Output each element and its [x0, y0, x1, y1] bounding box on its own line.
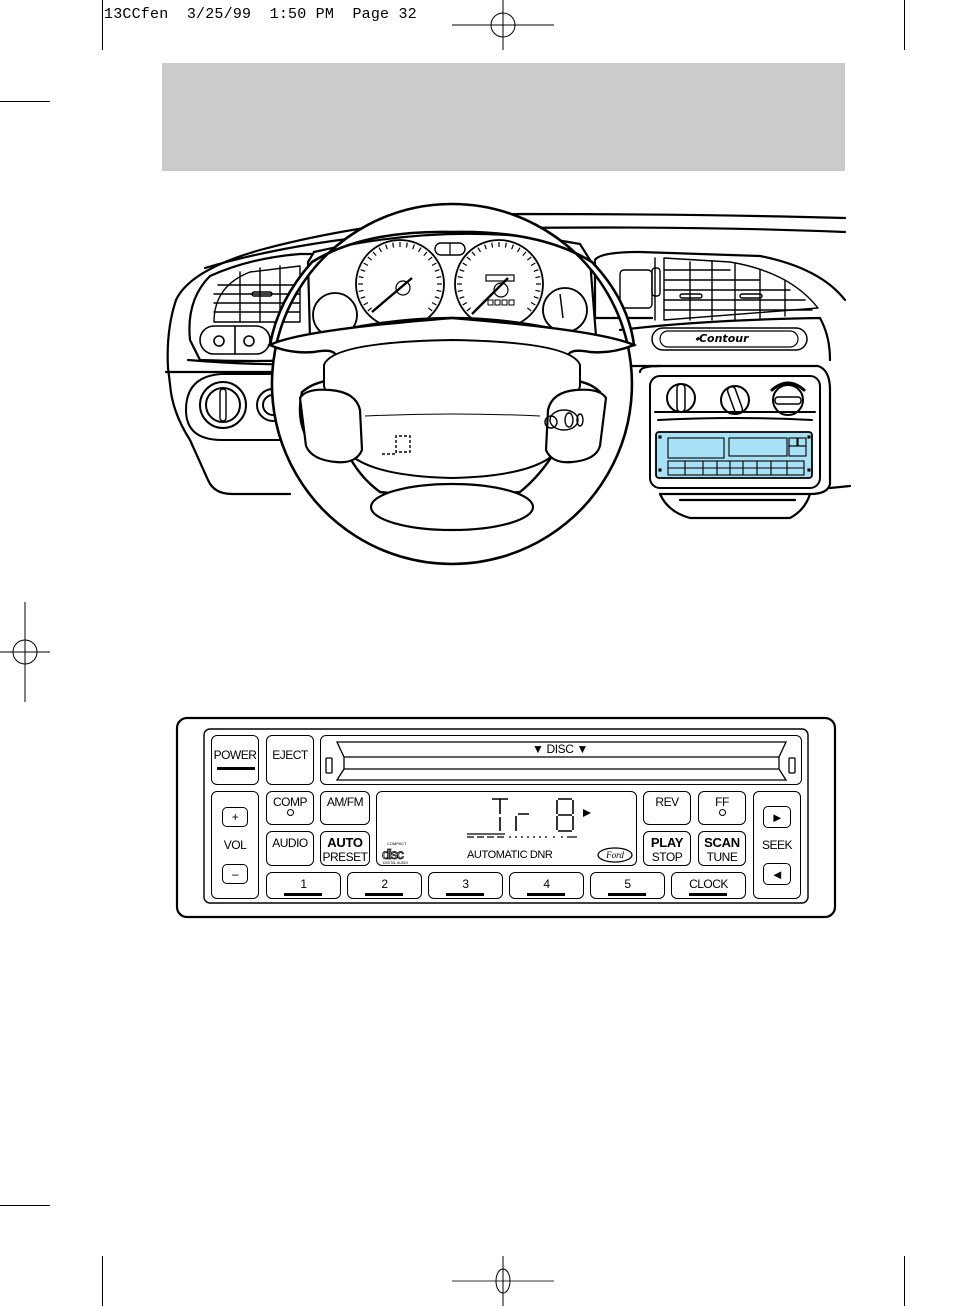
volume-up-label: + — [231, 810, 239, 824]
disc-slot-label: ▼ DISC ▼ — [532, 742, 588, 756]
scan-tune-button[interactable]: SCAN TUNE — [698, 831, 746, 866]
ff-button[interactable]: FF — [698, 791, 746, 825]
seek-down-button[interactable]: ◄ — [763, 863, 791, 885]
clock-label: CLOCK — [689, 877, 728, 891]
seek-up-button[interactable]: ► — [763, 806, 791, 828]
am-fm-button[interactable]: AM/FM — [320, 791, 370, 825]
clock-indicator-bar — [689, 893, 727, 896]
preset-indicator-bar — [608, 893, 646, 896]
preset-indicator-bar — [284, 893, 322, 896]
volume-label: VOL — [223, 838, 247, 852]
cd-logo-bottom: DIGITAL AUDIO — [383, 861, 408, 865]
preset-indicator-bar — [365, 893, 403, 896]
volume-panel: + VOL – — [211, 791, 259, 899]
preset-label: 4 — [543, 877, 550, 891]
preset-indicator-bar — [446, 893, 484, 896]
comp-button[interactable]: COMP — [266, 791, 314, 825]
preset-label: 2 — [381, 877, 388, 891]
display-status-text: AUTOMATIC DNR — [467, 849, 553, 861]
seek-panel: ► SEEK ◄ — [753, 791, 801, 899]
radio-display: COMPACT disc DIGITAL AUDIO Ford AUTOMATI… — [376, 791, 637, 866]
comp-indicator-led — [286, 809, 294, 816]
preset-button-4[interactable]: 4 — [509, 872, 584, 899]
preset-label: 1 — [300, 877, 307, 891]
tune-label: TUNE — [706, 850, 738, 864]
segment-char-t — [492, 798, 508, 831]
auto-preset-button[interactable]: AUTO PRESET — [320, 831, 370, 866]
cd-logo-word: disc — [382, 846, 404, 862]
audio-label: AUDIO — [272, 836, 308, 850]
play-stop-button[interactable]: PLAY STOP — [643, 831, 691, 866]
preset-button-1[interactable]: 1 — [266, 872, 341, 899]
volume-down-label: – — [231, 867, 239, 881]
cd-slot — [325, 741, 796, 781]
preset-button-5[interactable]: 5 — [590, 872, 665, 899]
preset-label: 3 — [462, 877, 469, 891]
preset-indicator-bar — [527, 893, 565, 896]
seek-label: SEEK — [761, 838, 793, 852]
volume-down-button[interactable]: – — [222, 864, 248, 884]
preset-button-3[interactable]: 3 — [428, 872, 503, 899]
am-fm-label: AM/FM — [326, 795, 364, 809]
display-level-meter — [467, 833, 577, 838]
preset-label: 5 — [624, 877, 631, 891]
play-indicator-icon — [583, 809, 591, 817]
compact-disc-logo: COMPACT disc DIGITAL AUDIO — [382, 841, 409, 865]
ford-logo-text: Ford — [605, 850, 624, 860]
volume-up-button[interactable]: + — [222, 807, 248, 827]
auto-label: AUTO — [327, 835, 363, 850]
segment-char-r — [515, 813, 529, 831]
clock-button[interactable]: CLOCK — [671, 872, 746, 899]
stop-label: STOP — [651, 850, 683, 864]
scan-label: SCAN — [704, 835, 740, 850]
audio-button[interactable]: AUDIO — [266, 831, 314, 866]
comp-label: COMP — [273, 795, 308, 809]
segment-char-8 — [556, 798, 574, 832]
ff-label: FF — [715, 795, 729, 809]
rev-label: REV — [655, 795, 679, 809]
ff-indicator-led — [718, 809, 726, 816]
play-label: PLAY — [650, 835, 684, 850]
preset-button-2[interactable]: 2 — [347, 872, 422, 899]
preset-label: PRESET — [322, 850, 368, 864]
rev-button[interactable]: REV — [643, 791, 691, 825]
seek-down-icon: ◄ — [770, 867, 784, 882]
seek-up-icon: ► — [770, 810, 784, 825]
